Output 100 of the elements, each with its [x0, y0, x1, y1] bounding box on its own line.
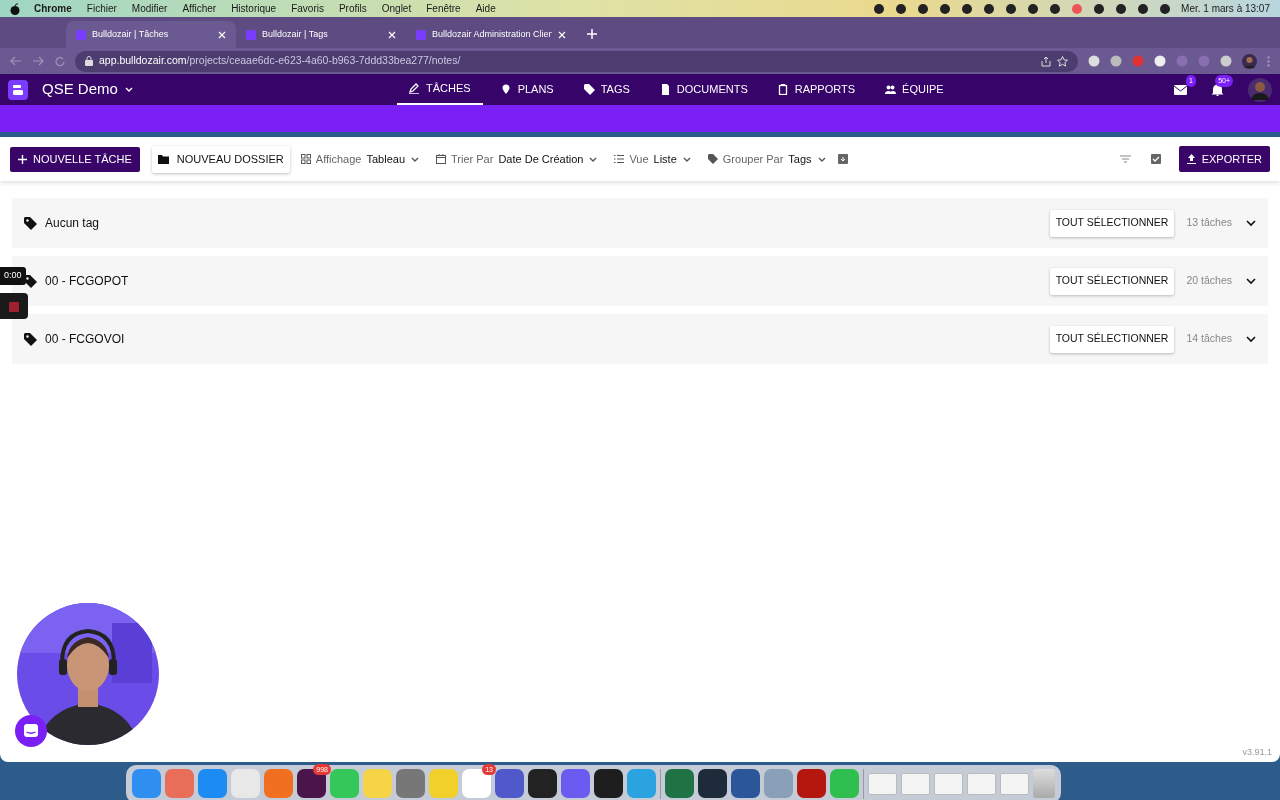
- stop-button[interactable]: [0, 293, 28, 319]
- menu-item[interactable]: Afficher: [182, 1, 217, 16]
- bulldozair-icon: [76, 29, 86, 40]
- lock-icon: [85, 56, 93, 66]
- window-thumbnail[interactable]: [1000, 772, 1029, 795]
- apple-icon[interactable]: [10, 2, 20, 15]
- pin-icon: [500, 84, 512, 95]
- dropdown[interactable]: Affichage Tableau: [295, 150, 425, 168]
- nav-tab[interactable]: TAGS: [571, 74, 642, 105]
- status-icon[interactable]: [961, 2, 974, 15]
- nav-tab[interactable]: RAPPORTS: [765, 74, 868, 105]
- menu-item[interactable]: Aide: [475, 1, 496, 16]
- browser-tab[interactable]: Bulldozair | Tags: [236, 21, 406, 48]
- project-selector[interactable]: QSE Demo: [30, 74, 146, 105]
- window-thumbnail[interactable]: [967, 772, 996, 795]
- close-icon[interactable]: [218, 30, 226, 39]
- menu-item[interactable]: Historique: [231, 1, 277, 16]
- task-count: 20 tâches: [1186, 273, 1232, 289]
- group-name: 00 - FCGOPOT: [45, 273, 130, 290]
- bulldozair-icon: [246, 29, 256, 40]
- menu-item[interactable]: Favoris: [291, 1, 324, 16]
- app-icon[interactable]: [731, 769, 760, 798]
- new-task-button[interactable]: NOUVELLE TÂCHE: [10, 146, 140, 172]
- tag-icon: [24, 332, 37, 346]
- select-all-button[interactable]: TOUT SÉLECTIONNER: [1049, 209, 1175, 237]
- profile-avatar[interactable]: [1242, 53, 1257, 69]
- upload-icon: [1186, 154, 1196, 164]
- dropdown[interactable]: Trier Par Date De Création: [431, 150, 604, 168]
- app-menu[interactable]: Chrome: [34, 1, 72, 16]
- app-icon[interactable]: [528, 769, 557, 798]
- dropdown[interactable]: Grouper Par Tags: [702, 150, 832, 168]
- status-icon[interactable]: [1027, 2, 1040, 15]
- folder-icon: [157, 154, 169, 164]
- user-avatar[interactable]: [1248, 77, 1272, 102]
- calendar-icon: [436, 154, 446, 164]
- window-thumbnail[interactable]: [868, 772, 897, 795]
- task-count: 13 tâches: [1186, 215, 1232, 231]
- extension-icon[interactable]: [1110, 55, 1122, 67]
- tag-icon: [583, 84, 595, 95]
- menu-item[interactable]: Fenêtre: [426, 1, 461, 16]
- export-button[interactable]: EXPORTER: [1178, 146, 1270, 172]
- new-folder-button[interactable]: NOUVEAU DOSSIER: [151, 145, 290, 173]
- menu-item[interactable]: Profils: [338, 1, 367, 16]
- new-tab-icon[interactable]: [586, 28, 598, 40]
- clipboard-icon: [777, 84, 789, 95]
- bell-icon[interactable]: [1211, 84, 1224, 97]
- chevron-icon[interactable]: [1246, 277, 1256, 285]
- nav-tab[interactable]: DOCUMENTS: [647, 74, 760, 105]
- mail-icon[interactable]: [1174, 84, 1187, 97]
- extension-icon[interactable]: [1154, 55, 1166, 67]
- group-name: 00 - FCGOVOI: [45, 331, 126, 348]
- app-logo-icon[interactable]: [8, 79, 28, 100]
- status-icon[interactable]: [895, 2, 908, 15]
- status-icon[interactable]: [1137, 2, 1150, 15]
- status-icon[interactable]: [1049, 2, 1062, 15]
- app-icon[interactable]: [297, 769, 326, 798]
- extension-icon[interactable]: [1088, 55, 1100, 67]
- browser-tab[interactable]: Bulldozair | Tâches: [66, 21, 236, 48]
- chat-icon[interactable]: [15, 715, 47, 747]
- tag-icon: [707, 154, 718, 164]
- plus-icon: [18, 154, 27, 164]
- close-icon[interactable]: [388, 30, 396, 39]
- status-icon[interactable]: [983, 2, 996, 15]
- status-icon[interactable]: [917, 2, 930, 15]
- archive-icon[interactable]: [837, 154, 848, 164]
- clock: Mer. 1 mars à 13:07: [1181, 2, 1270, 16]
- group-name: Aucun tag: [45, 215, 101, 232]
- select-all-button[interactable]: TOUT SÉLECTIONNER: [1049, 267, 1175, 295]
- window-thumbnail[interactable]: [934, 772, 963, 795]
- pen-icon: [409, 83, 420, 94]
- status-icon[interactable]: [873, 2, 886, 15]
- status-icon[interactable]: [939, 2, 952, 15]
- caret-icon: [123, 85, 134, 94]
- status-icon[interactable]: [1005, 2, 1018, 15]
- status-icon[interactable]: [1159, 2, 1172, 15]
- chevron-icon[interactable]: [1246, 335, 1256, 343]
- status-icon[interactable]: [1093, 2, 1106, 15]
- window-thumbnail[interactable]: [901, 772, 930, 795]
- menu-item[interactable]: Fichier: [86, 1, 117, 16]
- share-icon[interactable]: [1041, 55, 1051, 67]
- nav-tab[interactable]: ÉQUIPE: [873, 74, 956, 105]
- menu-item[interactable]: Modifier: [131, 1, 168, 16]
- app-icon[interactable]: [698, 769, 727, 798]
- people-icon: [885, 84, 897, 95]
- dropdown[interactable]: Vue Liste: [609, 150, 697, 168]
- checkbox-icon[interactable]: [1150, 154, 1161, 164]
- nav-tab[interactable]: PLANS: [488, 74, 566, 105]
- address-bar[interactable]: app.bulldozair.com/projects/ceaae6dc-e623-4a60-b963-7ddd33bea277/notes/: [75, 50, 1078, 72]
- version-text: v3.91.1: [1242, 745, 1272, 759]
- group-row[interactable]: Aucun tag TOUT SÉLECTIONNER 13 tâches: [12, 198, 1268, 248]
- app-icon[interactable]: [594, 769, 623, 798]
- extension-icon[interactable]: [1220, 55, 1232, 67]
- star-icon[interactable]: [1057, 55, 1068, 67]
- select-all-button[interactable]: TOUT SÉLECTIONNER: [1049, 325, 1175, 353]
- chevron-icon[interactable]: [1246, 219, 1256, 227]
- menu-item[interactable]: Onglet: [381, 1, 412, 16]
- close-icon[interactable]: [558, 30, 566, 39]
- document-icon: [659, 84, 671, 95]
- group-row[interactable]: 00 - FCGOVOI TOUT SÉLECTIONNER 14 tâches: [12, 314, 1268, 364]
- status-icon[interactable]: [1115, 2, 1128, 15]
